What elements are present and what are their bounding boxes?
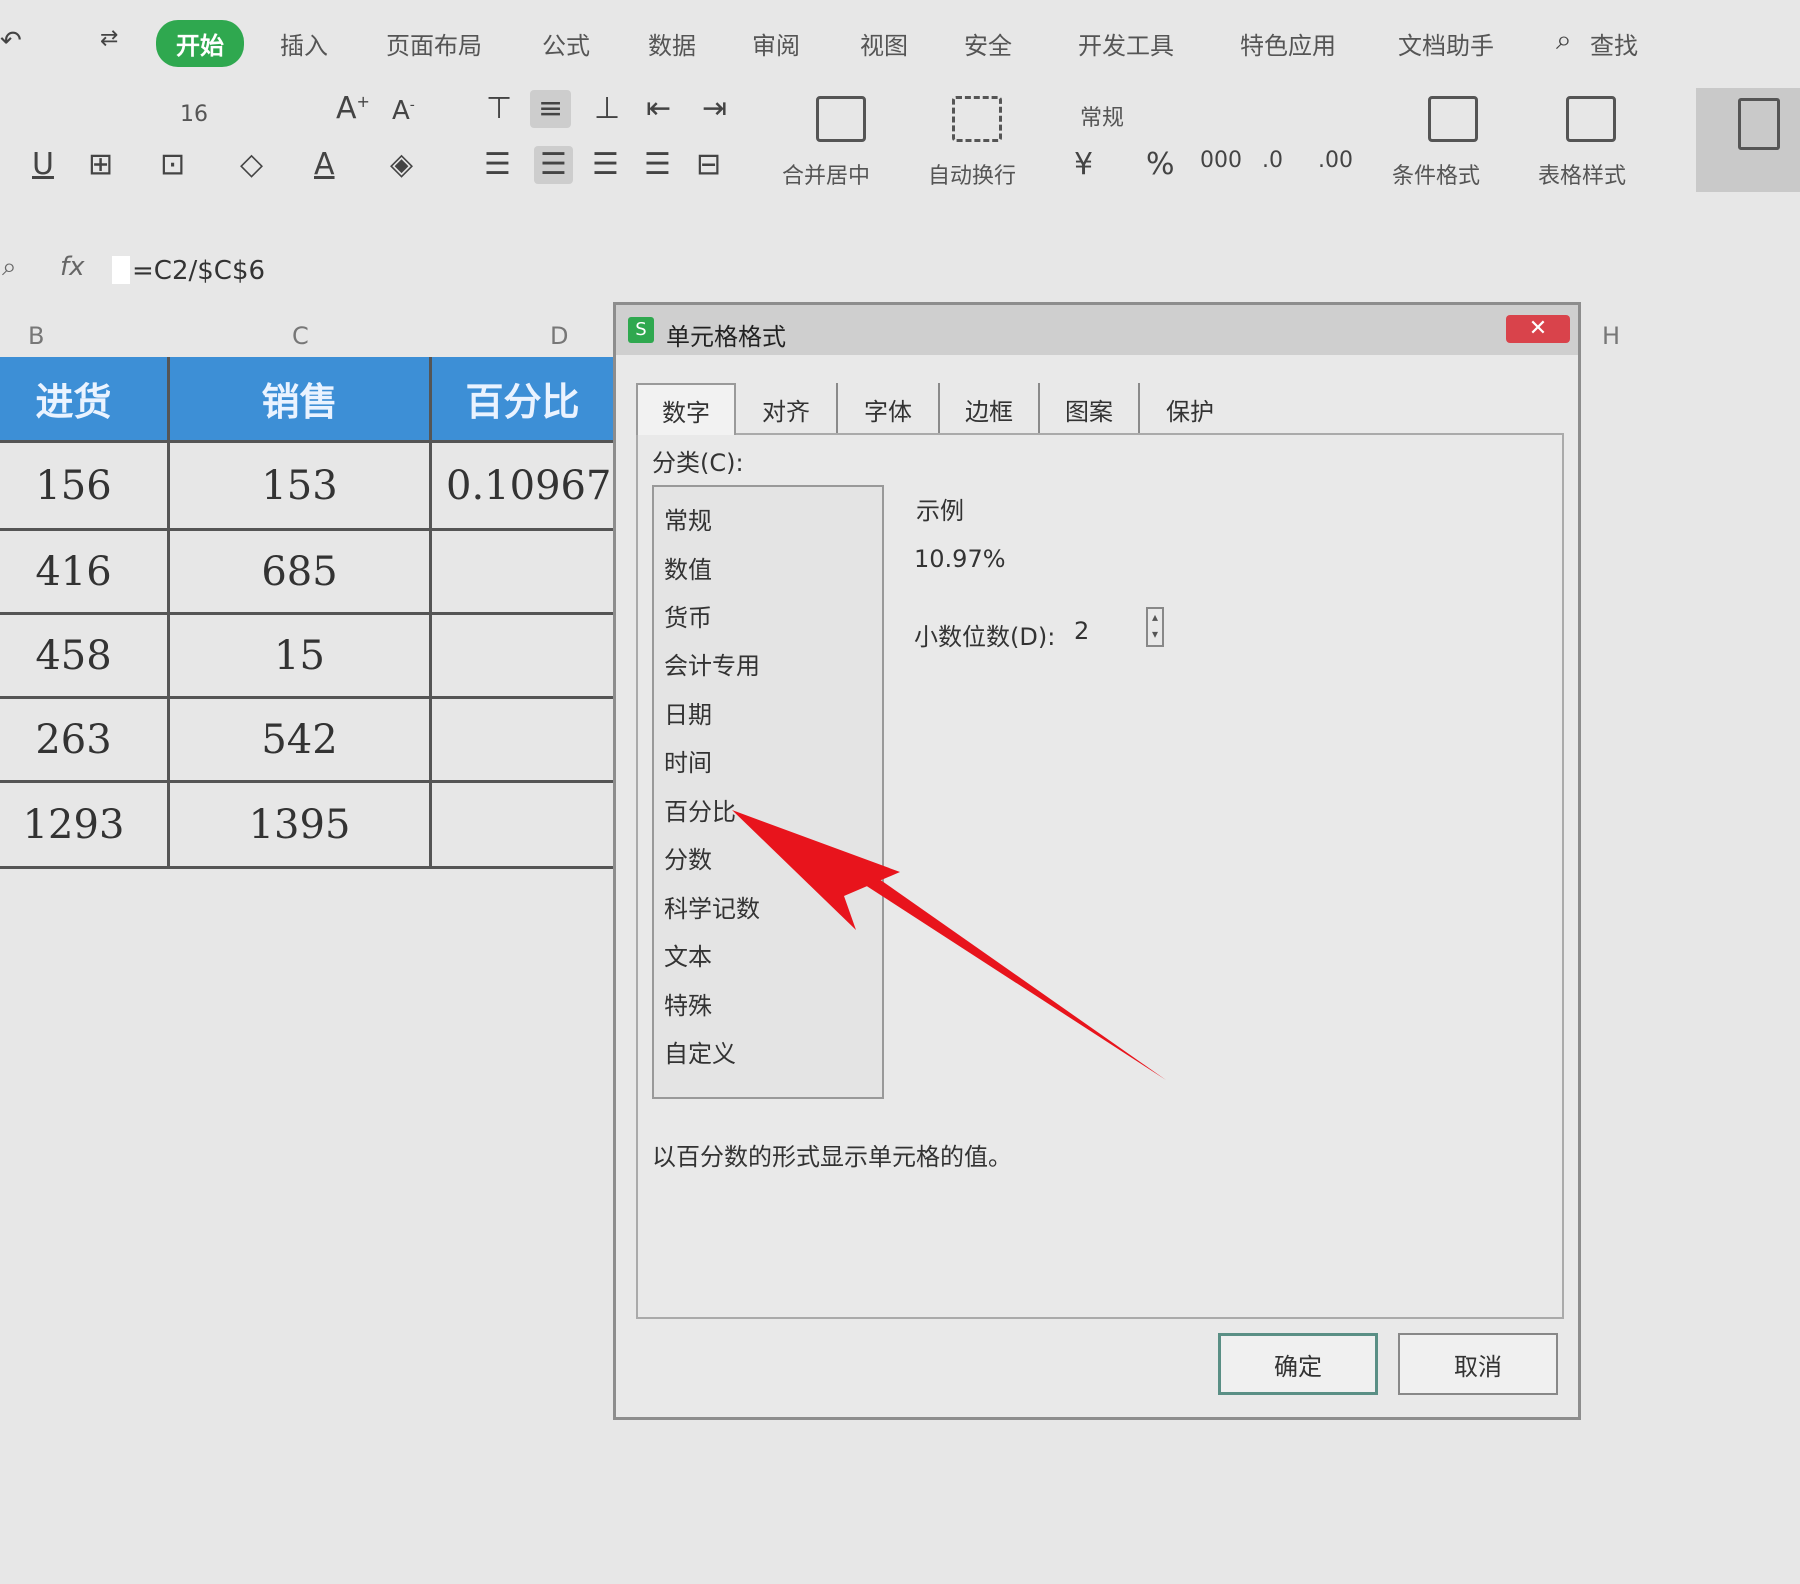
annotation-arrow (732, 810, 1166, 1080)
arrow-shaft (845, 860, 1166, 1080)
arrow-head (732, 810, 900, 930)
